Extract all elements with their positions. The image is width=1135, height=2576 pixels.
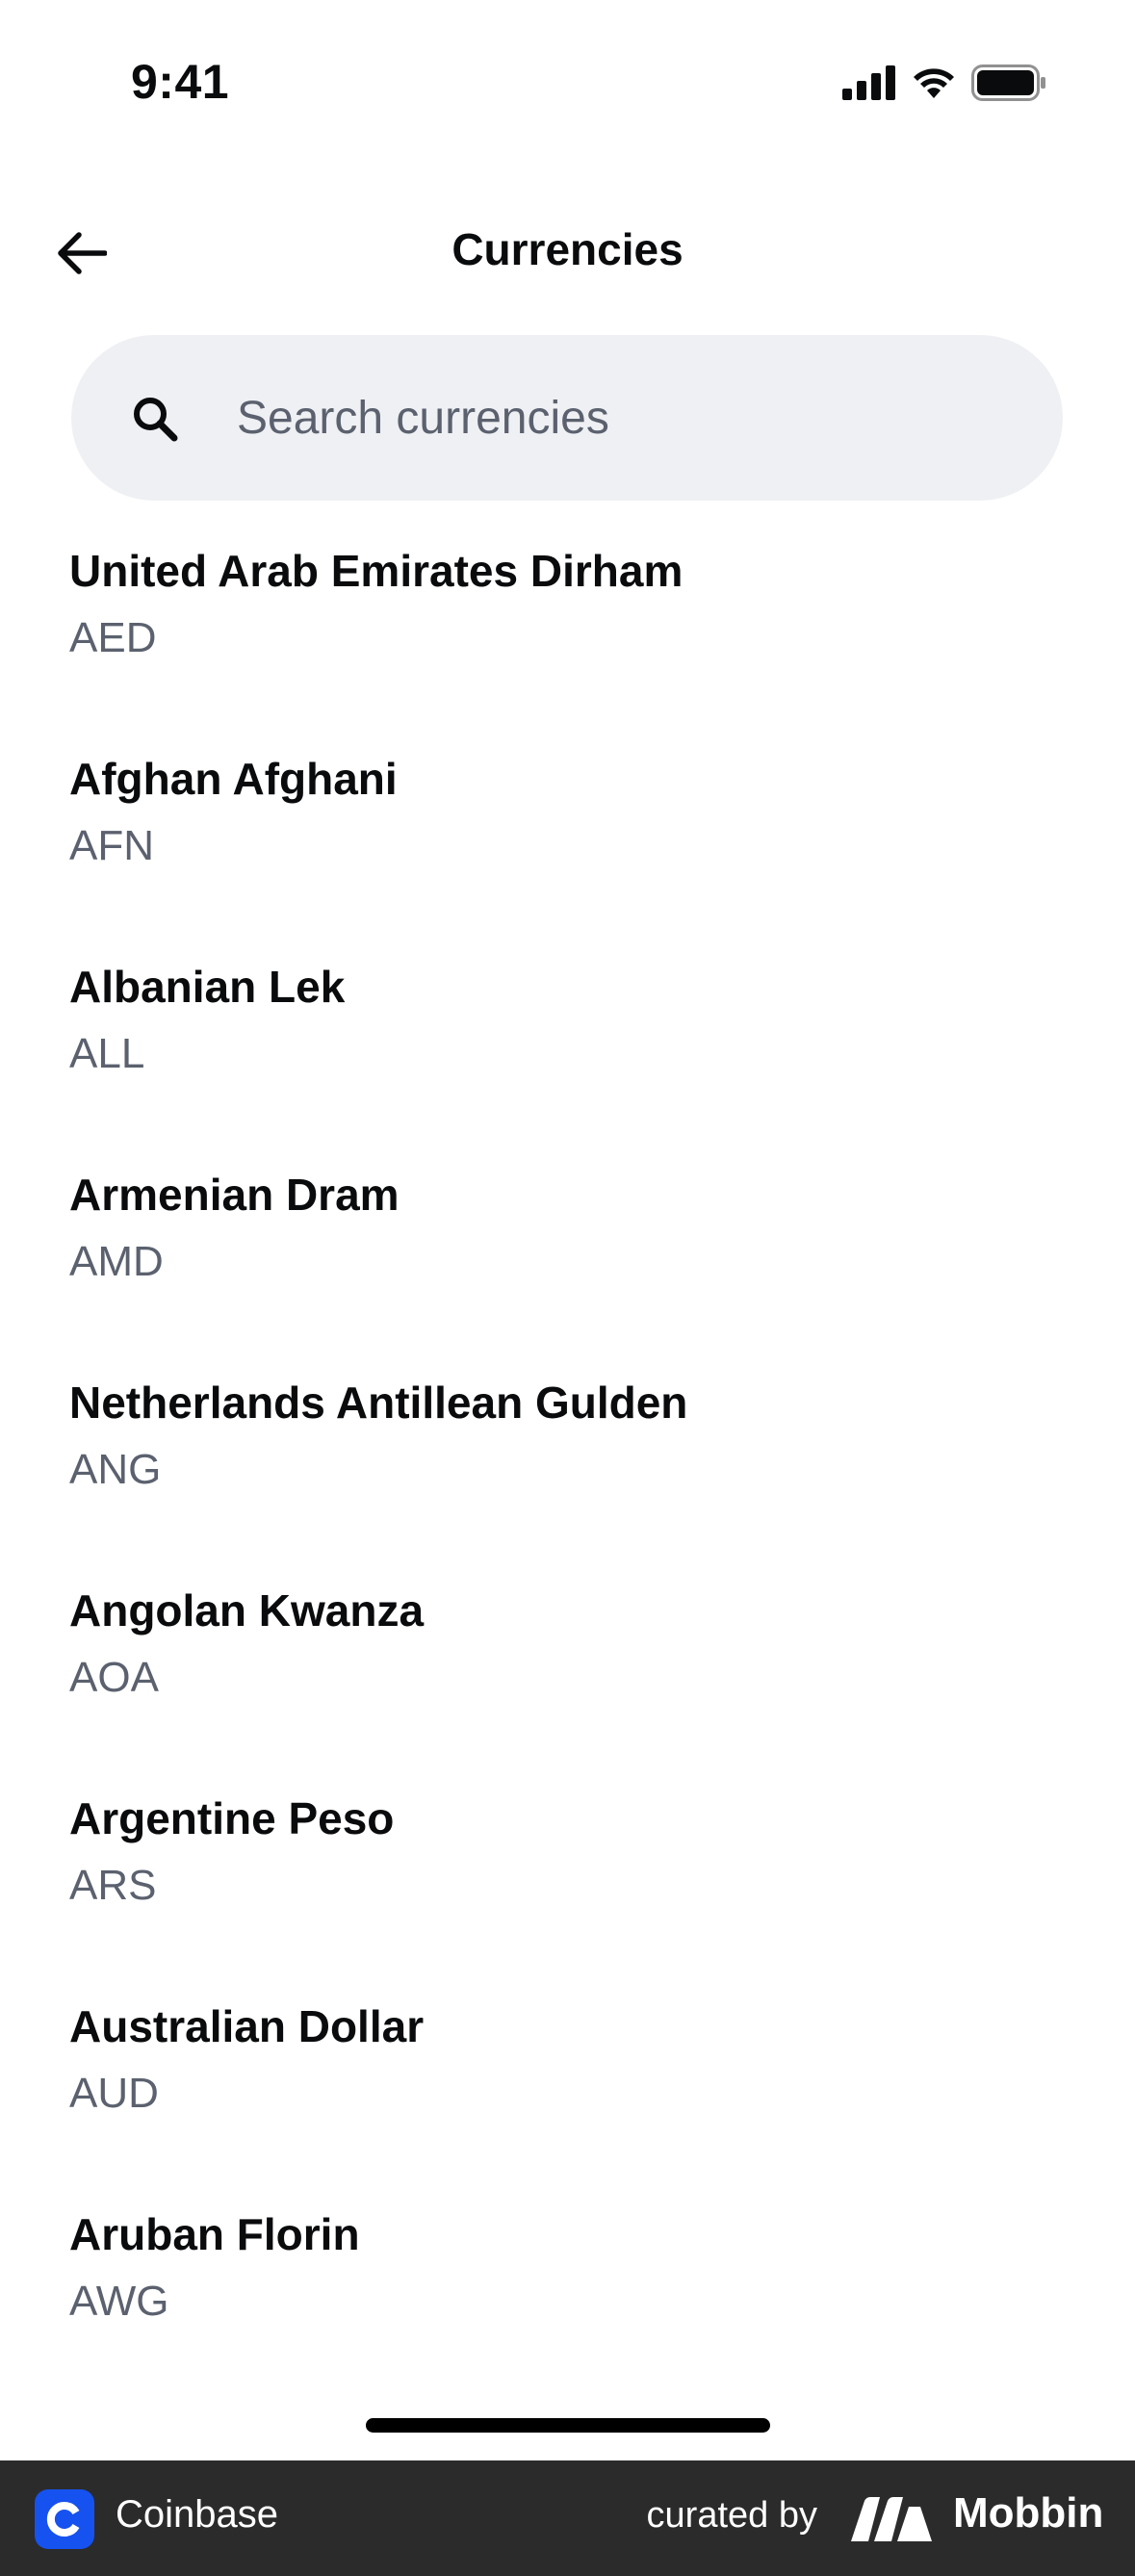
- currency-item-afn[interactable]: Afghan Afghani AFN: [0, 747, 1135, 955]
- currency-item-ars[interactable]: Argentine Peso ARS: [0, 1787, 1135, 1995]
- currency-code: AFN: [69, 822, 154, 869]
- currency-item-ang[interactable]: Netherlands Antillean Gulden ANG: [0, 1371, 1135, 1579]
- currency-name: Australian Dollar: [69, 2001, 425, 2051]
- currency-name: Angolan Kwanza: [69, 1585, 425, 1636]
- currency-item-aud[interactable]: Australian Dollar AUD: [0, 1995, 1135, 2202]
- coinbase-logo-icon: [35, 2489, 94, 2549]
- attribution-footer: Coinbase curated by Mobbin: [0, 2460, 1135, 2576]
- currency-code: ARS: [69, 1862, 157, 1909]
- search-icon: [134, 398, 178, 442]
- battery-icon: [971, 64, 1045, 101]
- search-input[interactable]: [237, 374, 1007, 462]
- currency-code: ALL: [69, 1030, 145, 1077]
- currency-item-awg[interactable]: Aruban Florin AWG: [0, 2202, 1135, 2410]
- currency-name: United Arab Emirates Dirham: [69, 546, 684, 596]
- search-bar[interactable]: [71, 335, 1063, 501]
- currency-name: Netherlands Antillean Gulden: [69, 1378, 688, 1428]
- currency-name: Argentine Peso: [69, 1793, 395, 1843]
- navigation-header: Currencies: [0, 193, 1135, 308]
- wifi-icon: [914, 68, 954, 98]
- page-title: Currencies: [451, 224, 684, 274]
- currency-code: ANG: [69, 1446, 162, 1493]
- currency-item-all[interactable]: Albanian Lek ALL: [0, 955, 1135, 1163]
- mobbin-logo-icon: [851, 2497, 932, 2541]
- currency-item-aed[interactable]: United Arab Emirates Dirham AED: [0, 539, 1135, 747]
- currency-code: AUD: [69, 2070, 159, 2117]
- currency-name: Aruban Florin: [69, 2209, 360, 2259]
- currency-code: AED: [69, 614, 157, 661]
- footer-curated-by: curated by: [646, 2495, 817, 2536]
- footer-brand: Mobbin: [953, 2489, 1104, 2537]
- status-icons: [842, 64, 1046, 102]
- currency-item-aoa[interactable]: Angolan Kwanza AOA: [0, 1579, 1135, 1787]
- currency-list: United Arab Emirates Dirham AED Afghan A…: [0, 539, 1135, 2410]
- currency-code: AOA: [69, 1654, 159, 1701]
- status-time: 9:41: [131, 55, 230, 109]
- footer-app-name: Coinbase: [116, 2493, 279, 2536]
- currency-name: Albanian Lek: [69, 962, 346, 1012]
- home-indicator: [366, 2418, 770, 2433]
- currency-name: Afghan Afghani: [69, 754, 398, 804]
- currency-item-amd[interactable]: Armenian Dram AMD: [0, 1163, 1135, 1371]
- status-bar: 9:41: [0, 0, 1135, 164]
- currency-name: Armenian Dram: [69, 1170, 400, 1220]
- currency-code: AWG: [69, 2278, 169, 2325]
- cellular-signal-icon: [842, 65, 895, 100]
- currency-code: AMD: [69, 1238, 164, 1285]
